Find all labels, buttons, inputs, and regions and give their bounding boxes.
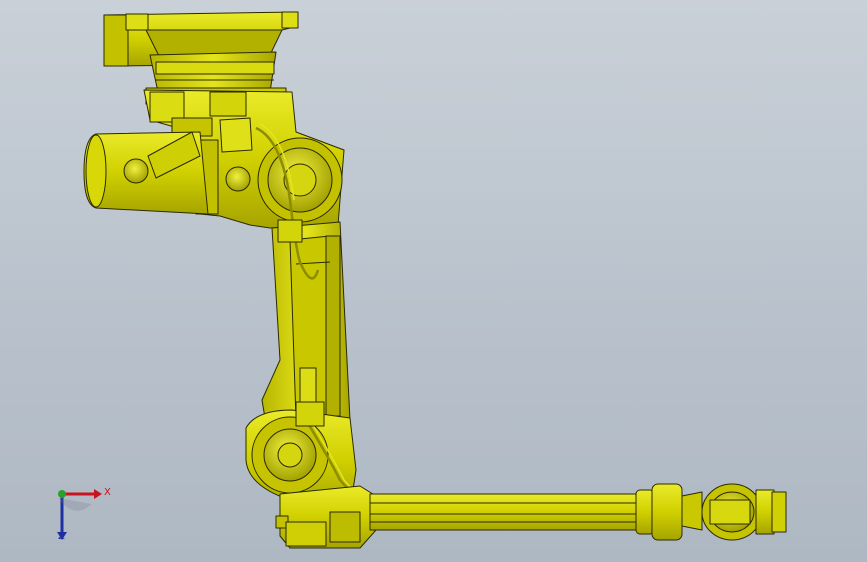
cable-clamp-lower (295, 401, 325, 427)
x-axis-label: X (104, 487, 111, 498)
graphics-viewport[interactable]: X Z (0, 0, 867, 562)
shoulder-joint (257, 137, 343, 223)
z-axis-label: Z (58, 531, 65, 542)
robot-arm-model[interactable] (0, 0, 867, 562)
wrist-assembly (635, 483, 787, 541)
forearm-housing (275, 485, 377, 549)
forearm-tube (369, 493, 641, 531)
y-axis-dot (58, 490, 66, 498)
coordinate-triad: X Z (44, 480, 114, 550)
cable-clamp-upper (277, 219, 303, 243)
